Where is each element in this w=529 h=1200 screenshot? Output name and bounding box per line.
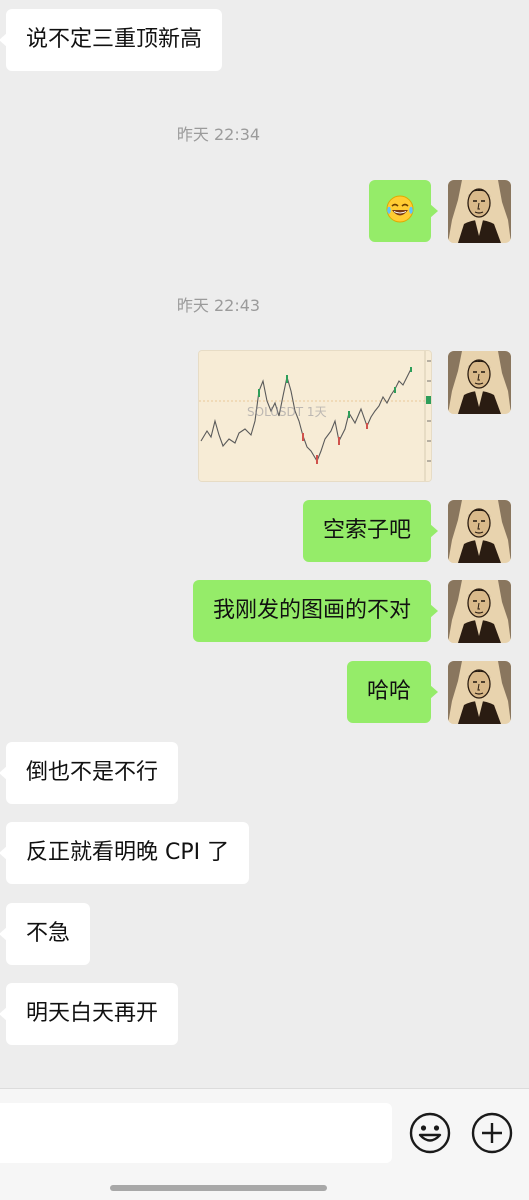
outgoing-emoji-message[interactable] <box>369 180 438 242</box>
incoming-message[interactable]: 反正就看明晚 CPI 了 <box>0 822 250 884</box>
incoming-message[interactable]: 倒也不是不行 <box>0 742 179 804</box>
message-text: 反正就看明晚 CPI 了 <box>26 840 230 865</box>
message-text: 说不定三重顶新高 <box>26 27 203 52</box>
message-text: 空索子吧 <box>322 518 411 543</box>
incoming-message[interactable]: 说不定三重顶新高 <box>0 9 223 71</box>
more-button[interactable] <box>470 1111 514 1155</box>
outgoing-message[interactable]: 我刚发的图画的不对 <box>192 580 439 642</box>
timestamp: 昨天 22:43 <box>176 296 261 315</box>
emoji-button[interactable] <box>408 1111 452 1155</box>
outgoing-message[interactable]: 哈哈 <box>346 661 439 723</box>
avatar-portrait-icon <box>448 180 511 243</box>
avatar[interactable] <box>448 180 511 243</box>
avatar-portrait-icon <box>448 661 511 724</box>
chart-watermark: SOLUSDT 1天 <box>247 405 327 419</box>
incoming-message[interactable]: 明天白天再开 <box>0 983 179 1045</box>
avatar-portrait-icon <box>448 580 511 643</box>
input-bar <box>0 1088 529 1200</box>
home-indicator[interactable] <box>110 1185 327 1191</box>
avatar[interactable] <box>448 661 511 724</box>
smiley-icon <box>409 1112 451 1154</box>
laughing-tears-emoji-icon <box>386 195 414 223</box>
plus-circle-icon <box>471 1112 513 1154</box>
message-text: 不急 <box>26 921 71 946</box>
message-input[interactable] <box>0 1103 392 1163</box>
message-text: 哈哈 <box>366 679 411 704</box>
incoming-message[interactable]: 不急 <box>0 903 91 965</box>
chart-image-message[interactable]: SOLUSDT 1天 <box>198 350 432 482</box>
avatar[interactable] <box>448 500 511 563</box>
message-text: 我刚发的图画的不对 <box>212 598 411 623</box>
message-text: 明天白天再开 <box>26 1001 159 1026</box>
avatar-portrait-icon <box>448 351 511 414</box>
chat-area[interactable]: 说不定三重顶新高 昨天 22:34 昨天 22:43 SOLUSDT 1天 空索… <box>0 0 529 1088</box>
timestamp: 昨天 22:34 <box>176 125 261 144</box>
avatar-portrait-icon <box>448 500 511 563</box>
outgoing-message[interactable]: 空索子吧 <box>302 500 439 562</box>
avatar[interactable] <box>448 580 511 643</box>
avatar[interactable] <box>448 351 511 414</box>
message-text: 倒也不是不行 <box>26 760 159 785</box>
